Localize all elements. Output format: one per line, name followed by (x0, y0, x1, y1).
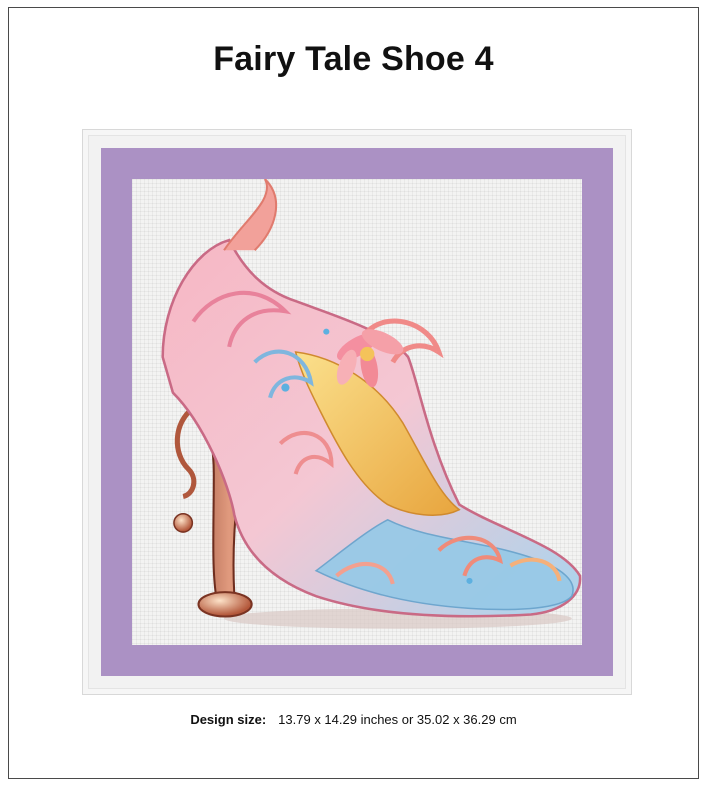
shoe-illustration (161, 179, 582, 629)
picture-frame-inner (88, 135, 626, 689)
heel-base (197, 591, 253, 618)
picture-frame (82, 129, 632, 695)
design-size-value: 13.79 x 14.29 inches or 35.02 x 36.29 cm (278, 712, 517, 727)
swirl-1 (223, 179, 278, 251)
design-size-label: Design size: (190, 712, 267, 727)
heel-ball (173, 512, 194, 533)
picture-mat (101, 148, 613, 676)
page-title: Fairy Tale Shoe 4 (213, 40, 494, 78)
sparkle-1 (281, 383, 290, 392)
design-size-caption: Design size: 13.79 x 14.29 inches or 35.0… (0, 712, 707, 727)
sparkle-2 (323, 328, 330, 335)
heel-curl (174, 405, 197, 499)
sparkle-3 (466, 577, 473, 584)
cross-stitch-canvas (132, 179, 582, 645)
